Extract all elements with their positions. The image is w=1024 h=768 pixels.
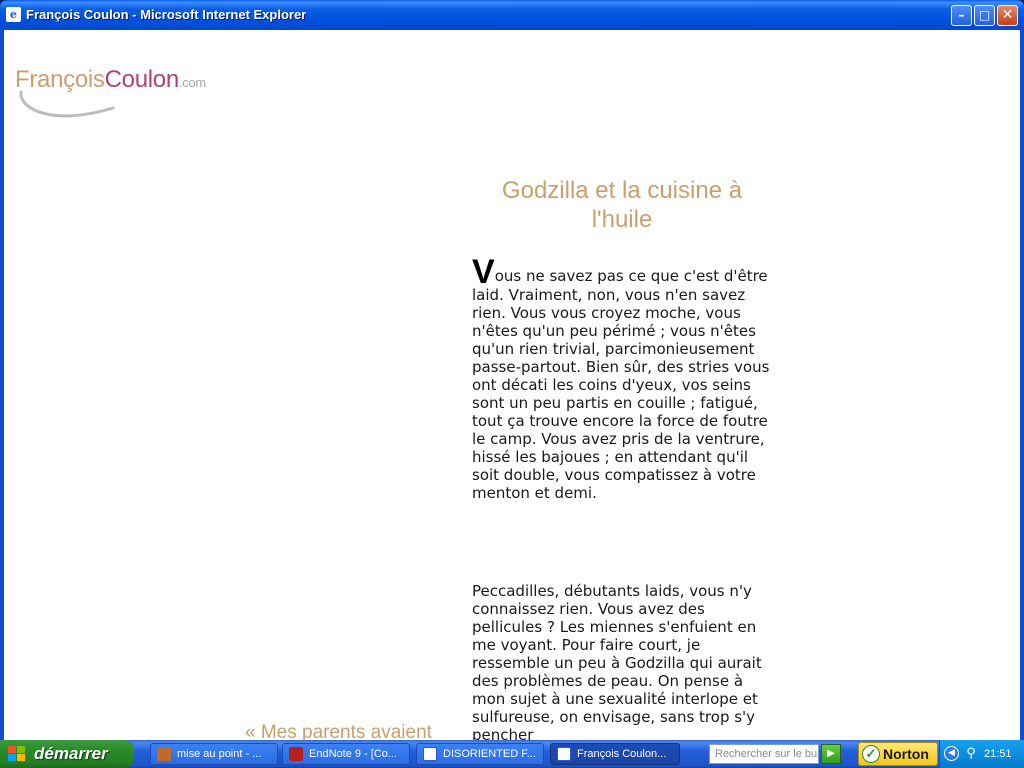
taskbar-item-label: DISORIENTED F... — [443, 748, 536, 760]
start-button[interactable]: démarrer — [0, 740, 134, 768]
norton-label: Norton — [883, 746, 929, 762]
document-icon — [157, 747, 171, 761]
window-title: François Coulon - Microsoft Internet Exp… — [26, 7, 307, 22]
close-button[interactable]: ✕ — [997, 5, 1018, 26]
article-paragraph-1: Vous ne savez pas ce que c'est d'être la… — [472, 255, 772, 502]
chevron-left-icon[interactable]: ◀ — [944, 746, 959, 761]
taskbar-item-label: François Coulon... — [577, 748, 667, 760]
site-logo[interactable]: FrançoisCoulon.com — [15, 66, 215, 128]
checkmark-icon: ✓ — [862, 745, 880, 763]
taskbar-item-francois-coulon[interactable]: François Coulon... — [550, 743, 680, 765]
maximize-button[interactable]: □ — [974, 5, 995, 26]
taskbar-item-label: mise au point - ... — [177, 748, 262, 760]
clock[interactable]: 21:51 — [984, 740, 1012, 768]
logo-swoosh — [19, 90, 115, 118]
internet-explorer-icon — [423, 747, 437, 761]
article-title: Godzilla et la cuisine à l'huile — [501, 177, 743, 233]
taskbar-item-label: EndNote 9 - [Co... — [309, 748, 398, 760]
taskbar: démarrer mise au point - ... EndNote 9 -… — [0, 740, 1024, 768]
search-go-button[interactable]: ▶ — [821, 744, 841, 764]
window-frame-right — [1020, 30, 1024, 740]
browser-viewport[interactable]: FrançoisCoulon.com Godzilla et la cuisin… — [4, 30, 1020, 740]
internet-explorer-icon — [557, 747, 571, 761]
system-tray: ◀ ⚲ 21:51 — [939, 740, 1024, 768]
norton-button[interactable]: ✓ Norton — [858, 742, 938, 766]
logo-suffix: .com — [178, 75, 206, 90]
taskbar-item-mise-au-point[interactable]: mise au point - ... — [150, 743, 278, 765]
previous-article-link[interactable]: « Mes parents avaient — [245, 722, 432, 740]
internet-explorer-icon[interactable]: e — [6, 7, 21, 22]
window-titlebar[interactable]: e François Coulon - Microsoft Internet E… — [0, 0, 1024, 30]
taskbar-item-disoriented[interactable]: DISORIENTED F... — [416, 743, 544, 765]
article-paragraph-2: Peccadilles, débutants laids, vous n'y c… — [472, 582, 762, 740]
paragraph-1-text: ous ne savez pas ce que c'est d'être lai… — [472, 267, 770, 502]
endnote-icon — [289, 747, 303, 761]
desktop-search-input[interactable]: Rechercher sur le bur — [709, 744, 819, 764]
minimize-button[interactable]: – — [951, 5, 972, 26]
start-label: démarrer — [34, 744, 108, 763]
windows-flag-icon — [8, 746, 26, 762]
network-icon[interactable]: ⚲ — [963, 746, 979, 762]
taskbar-item-endnote[interactable]: EndNote 9 - [Co... — [282, 743, 410, 765]
